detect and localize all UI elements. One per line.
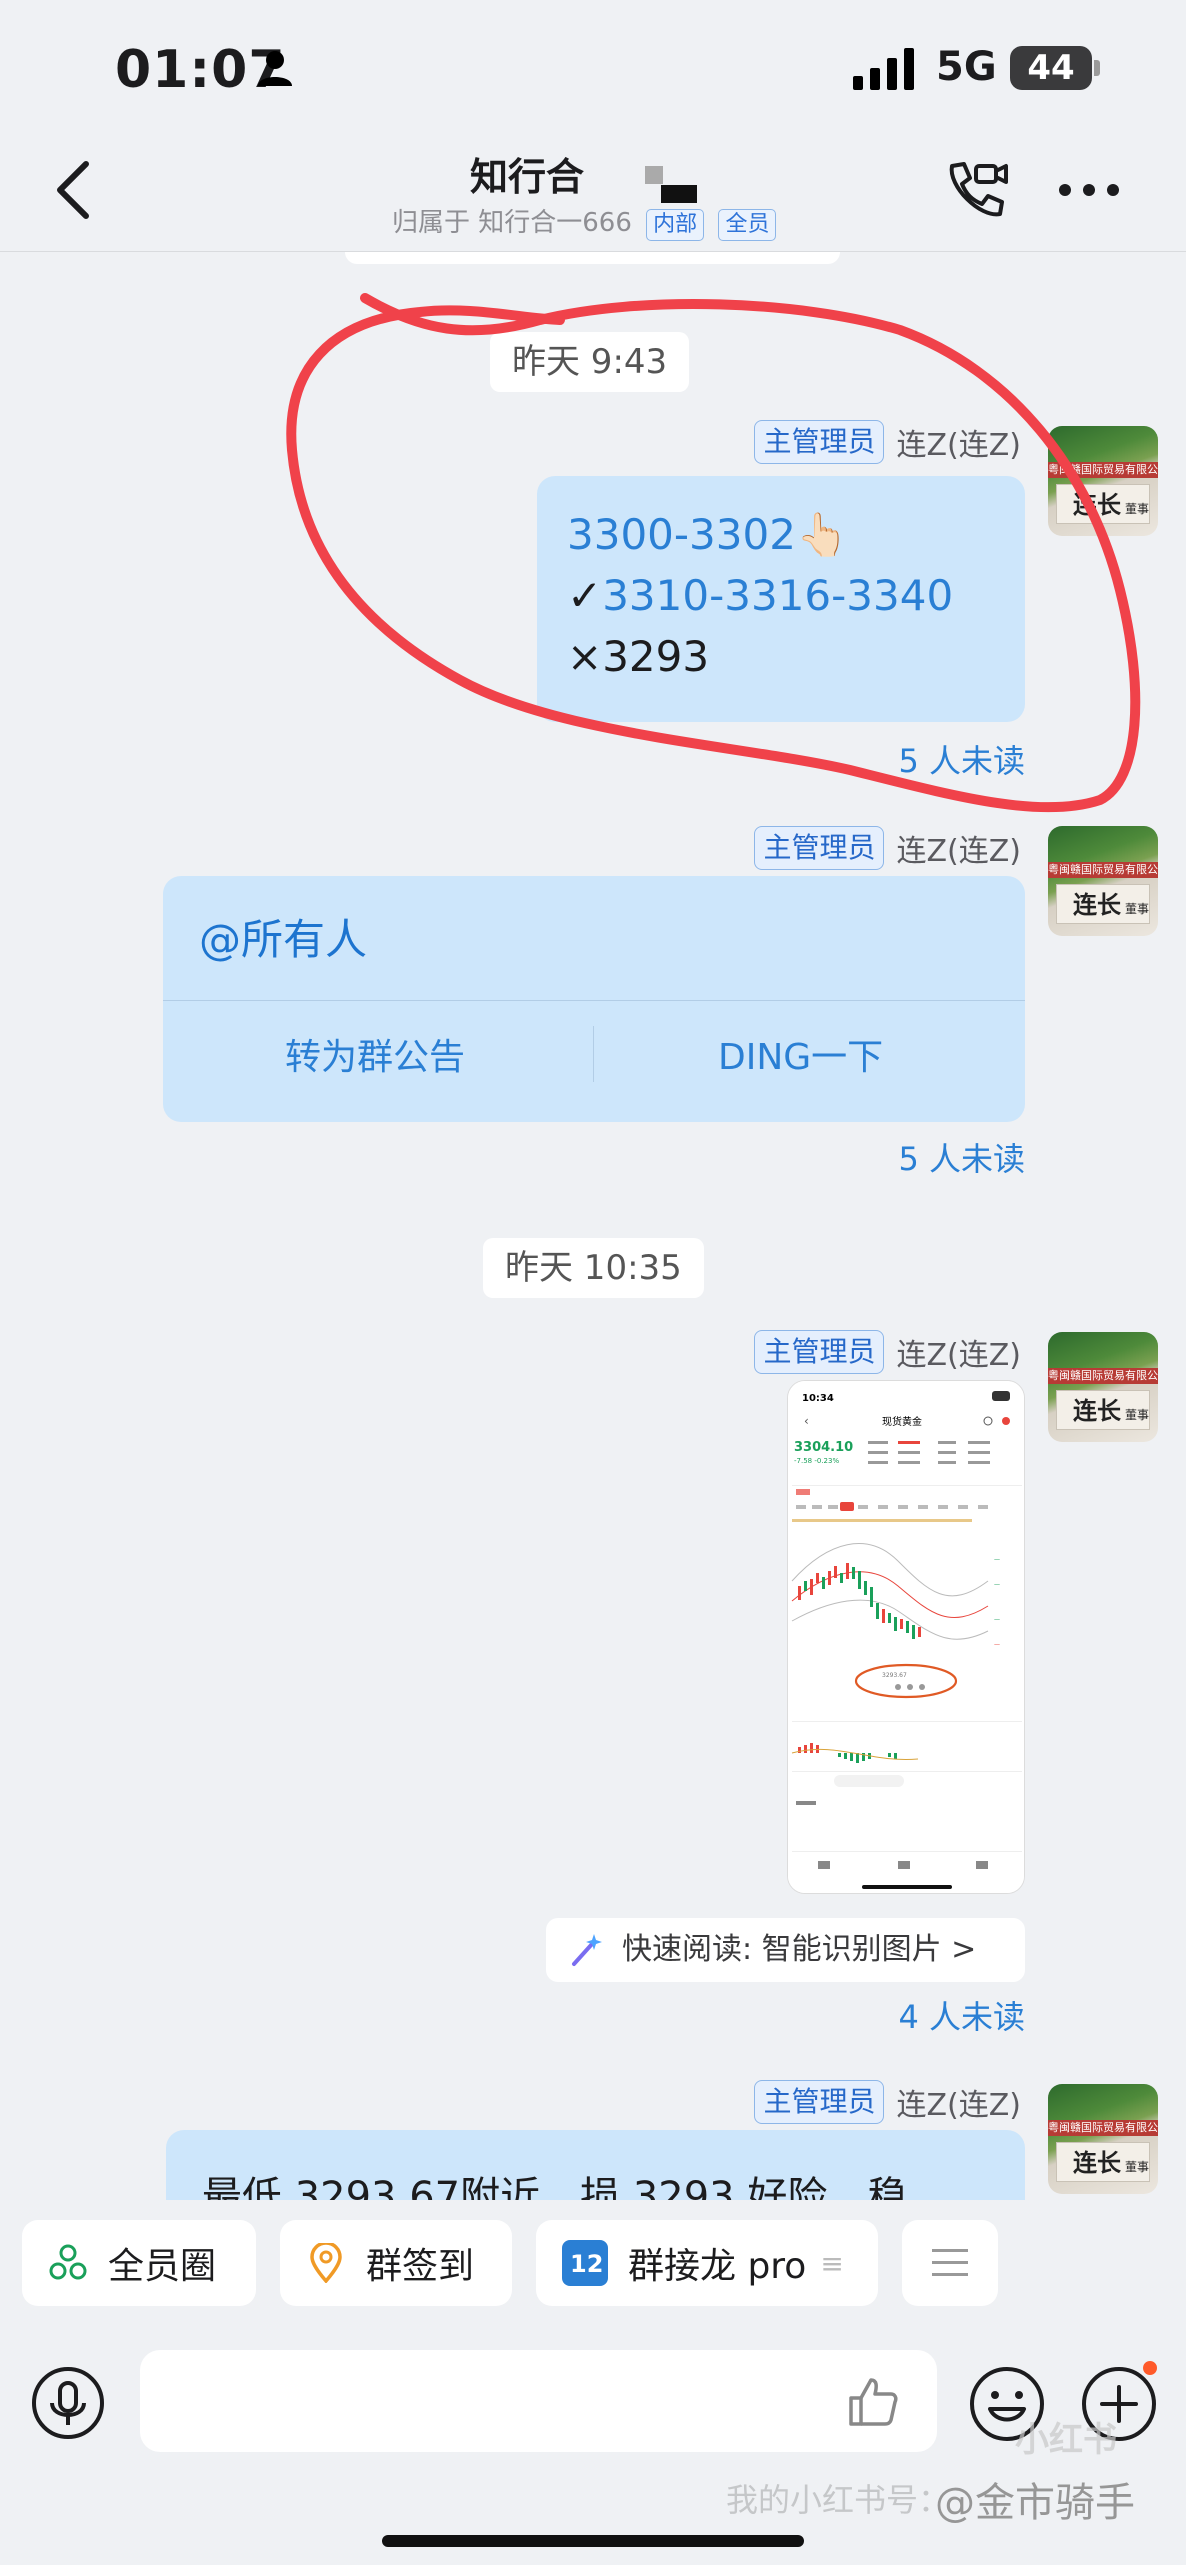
message-bubble[interactable]: 3300-3302👆🏻 ✓3310-3316-3340 ×3293 [537,476,1025,722]
announce-button[interactable]: 转为群公告 [285,1028,465,1080]
thumb-change: -7.58 -0.23% [794,1457,839,1465]
sender-row: 主管理员 连Z(连Z) [754,826,1021,870]
timestamp-divider: 昨天 9:43 [490,332,690,392]
svg-text:—: — [994,1556,1000,1563]
sender-row: 主管理员 连Z(连Z) [754,2080,1021,2124]
group-checkin-button[interactable]: 群签到 [280,2220,512,2306]
price-link[interactable]: 3310-3316-3340 [602,571,953,620]
pointing-up-emoji: 👆🏻 [795,510,849,559]
price-link[interactable]: 3300-3302 [567,510,796,559]
avatar-nameplate: 连长董事长 [1056,1390,1150,1430]
chat-header: 知行合 归属于 知行合一666 内部 全员 [0,130,1186,252]
mention-all-bubble[interactable]: @所有人 转为群公告 DING一下 [163,876,1025,1122]
network-type: 5G [936,44,997,90]
notification-dot [1140,2358,1160,2378]
back-arrow-icon[interactable] [50,158,98,222]
mention-all: @所有人 [199,915,368,964]
circle-icon [49,2244,87,2280]
sender-avatar[interactable]: 粤闽赣国际贸易有限公司 连长董事长 [1048,2084,1158,2194]
voice-input-icon[interactable] [30,2365,106,2441]
admin-role-badge: 主管理员 [754,826,885,870]
sender-avatar[interactable]: 粤闽赣国际贸易有限公司 连长董事长 [1048,426,1158,536]
menu-icon [932,2249,968,2276]
sender-name[interactable]: 连Z(连Z) [896,2080,1021,2124]
unread-count[interactable]: 4 人未读 [898,1992,1025,2038]
thumb-title: 现货黄金 [882,1415,922,1428]
quick-item-label: 群签到 [366,2246,475,2287]
avatar-company: 粤闽赣国际贸易有限公司 [1048,2120,1158,2136]
sender-avatar[interactable]: 粤闽赣国际贸易有限公司 连长董事长 [1048,1332,1158,1442]
home-indicator [382,2535,804,2547]
drag-handle-icon: ≡ [820,2246,844,2280]
quick-item-label: 群接龙 pro [628,2246,807,2287]
watermark-text: 我的小红书号： [726,2481,951,2519]
message-bubble[interactable]: 最低 3293.67附近，损 3293 好险，稳 [166,2130,1025,2200]
person-icon [258,51,292,86]
svg-text:‹: ‹ [804,1414,809,1428]
video-call-icon[interactable] [940,156,1010,226]
magic-wand-icon [572,1934,602,1966]
status-bar: 01:07 5G 44 [0,0,1186,130]
bubble-divider [163,1000,1025,1001]
action-separator [593,1026,594,1082]
message-line: ×3293 [567,632,710,681]
ding-button[interactable]: DING一下 [718,1028,883,1080]
message-line: ✓3310-3316-3340 [567,565,995,626]
input-bar: 小红书 我的小红书号： @金市骑手 [0,2330,1186,2565]
svg-text:12: 12 [570,2250,603,2278]
svg-text:—: — [994,1616,1000,1623]
check-mark: ✓ [567,571,603,620]
more-options-icon[interactable] [1055,178,1123,202]
thumbs-up-icon[interactable] [845,2374,901,2430]
avatar-company: 粤闽赣国际贸易有限公司 [1048,462,1158,478]
chat-subtitle: 归属于 知行合一666 内部 全员 [392,202,777,241]
admin-role-badge: 主管理员 [754,420,885,464]
thumb-price: 3304.10 [794,1440,853,1455]
chart-screenshot-thumbnail: 10:34 ‹ 现货黄金 3304.10 -7.58 -0.23% ———— 3… [788,1381,1024,1893]
all-members-circle-button[interactable]: 全员圈 [22,2220,256,2306]
unread-count[interactable]: 5 人未读 [898,1134,1025,1180]
avatar-nameplate: 连长董事长 [1056,2142,1150,2182]
chat-title: 知行合 [470,155,585,199]
message-input[interactable] [140,2350,937,2452]
quick-read-button[interactable]: 快速阅读: 智能识别图片 > [546,1918,1025,1982]
sender-row: 主管理员 连Z(连Z) [754,1330,1021,1374]
battery-icon: 44 [1010,46,1100,90]
solitaire-app-icon: 12 [562,2240,608,2286]
watermark-handle: @金市骑手 [935,2480,1135,2526]
sender-name[interactable]: 连Z(连Z) [896,826,1021,870]
sender-row: 主管理员 连Z(连Z) [754,420,1021,464]
avatar-company: 粤闽赣国际贸易有限公司 [1048,862,1158,878]
more-quick-actions-button[interactable] [902,2220,998,2306]
unread-count[interactable]: 5 人未读 [898,736,1025,782]
group-solitaire-button[interactable]: 12 群接龙 pro ≡ [536,2220,878,2306]
sender-name[interactable]: 连Z(连Z) [896,1330,1021,1374]
avatar-company: 粤闽赣国际贸易有限公司 [1048,1368,1158,1384]
svg-text:—: — [994,1581,1000,1588]
admin-role-badge: 主管理员 [754,2080,885,2124]
avatar-nameplate: 连长董事长 [1056,884,1150,924]
redaction-mark [645,164,717,203]
previous-message-edge [345,252,840,264]
sender-avatar[interactable]: 粤闽赣国际贸易有限公司 连长董事长 [1048,826,1158,936]
thumb-low-label: 3293.67 [882,1672,907,1679]
internal-tag: 内部 [646,209,705,241]
thumb-time: 10:34 [802,1393,834,1404]
admin-role-badge: 主管理员 [754,1330,885,1374]
signal-icon [853,48,914,90]
quick-actions-bar: 全员圈 群签到 12 群接龙 pro ≡ [0,2200,1186,2330]
timestamp-divider: 昨天 10:35 [483,1238,704,1298]
message-text: 最低 3293.67附近，损 3293 好险，稳 [202,2174,908,2200]
quick-read-label: 快速阅读: 智能识别图片 > [622,1932,977,1967]
watermark-logo: 小红书 [1015,2420,1117,2460]
message-line: 3300-3302👆🏻 [567,504,995,565]
location-pin-icon [310,2243,342,2283]
quick-item-label: 全员圈 [108,2246,217,2287]
all-members-tag: 全员 [718,209,777,241]
avatar-nameplate: 连长董事长 [1056,484,1150,524]
svg-text:—: — [994,1641,1000,1648]
sender-name[interactable]: 连Z(连Z) [896,420,1021,464]
group-affiliation: 归属于 知行合一666 [392,208,632,238]
image-message[interactable]: 10:34 ‹ 现货黄金 3304.10 -7.58 -0.23% — — — … [787,1380,1025,1894]
